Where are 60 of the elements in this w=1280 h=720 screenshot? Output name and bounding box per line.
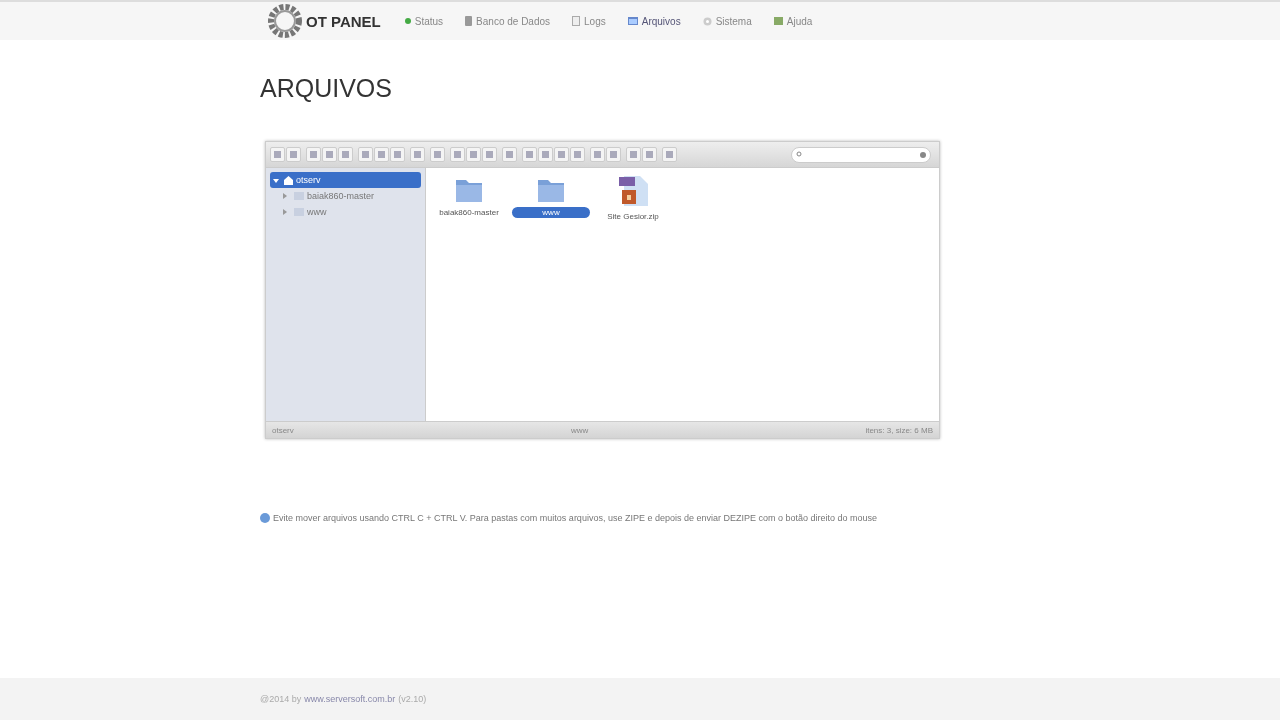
toolbar-icon[interactable] [286, 147, 301, 162]
home-icon [284, 175, 293, 185]
toolbar-icon[interactable] [410, 147, 425, 162]
toolbar-icon[interactable] [538, 147, 553, 162]
hint-text: Evite mover arquivos usando CTRL C + CTRL V. Para pastas com muitos arquivos, use ZIPE e depois de enviar DEZIPE com o botão direito do mouse [273, 513, 878, 523]
toolbar-icon[interactable] [606, 147, 621, 162]
gear-icon [702, 16, 712, 26]
collapse-arrow-icon[interactable] [273, 178, 279, 183]
clear-icon[interactable] [920, 151, 926, 158]
window-icon [627, 17, 638, 25]
tree-item[interactable]: www [280, 204, 421, 220]
toolbar-icon[interactable] [430, 147, 445, 162]
nav-link[interactable]: Ajuda [771, 13, 815, 29]
status-summary: itens: 3, size: 6 MB [865, 425, 933, 435]
status-path: otserv [272, 425, 294, 435]
toolbar-icon[interactable] [662, 147, 677, 162]
toolbar-icon[interactable] [306, 147, 321, 162]
status-dot-icon [404, 18, 411, 24]
toolbar-icon[interactable] [554, 147, 569, 162]
toolbar-icon[interactable] [450, 147, 465, 162]
toolbar-icon[interactable] [502, 147, 517, 162]
tree-item[interactable]: baiak860-master [280, 188, 421, 204]
footer-link[interactable]: www.serversoft.com.br [304, 694, 396, 704]
database-icon [465, 16, 473, 26]
tree-item[interactable]: otserv [270, 172, 421, 188]
expand-arrow-icon[interactable] [283, 208, 287, 215]
nav-link[interactable]: Sistema [700, 13, 754, 29]
toolbar-icon[interactable] [522, 147, 537, 162]
toolbar-icon[interactable] [626, 147, 641, 162]
search-icon [796, 151, 803, 158]
archive-icon [616, 174, 650, 208]
info-icon [260, 513, 270, 523]
help-icon [773, 17, 783, 25]
expand-arrow-icon[interactable] [283, 192, 287, 199]
toolbar-icon[interactable] [390, 147, 405, 162]
page-icon [572, 16, 581, 26]
file-item[interactable]: baiak860-master [430, 174, 508, 218]
toolbar-icon[interactable] [322, 147, 337, 162]
page-title: ARQUIVOS [260, 74, 392, 103]
toolbar-icon[interactable] [642, 147, 657, 162]
toolbar-icon[interactable] [270, 147, 285, 162]
toolbar-icon[interactable] [482, 147, 497, 162]
toolbar-icon[interactable] [374, 147, 389, 162]
gear-logo-icon [268, 4, 302, 38]
file-item[interactable]: www [512, 174, 590, 218]
status-selection: www [570, 425, 589, 435]
toolbar-icon[interactable] [358, 147, 373, 162]
nav-link[interactable]: Status [402, 13, 446, 29]
file-item[interactable]: Site Gesior.zip [594, 174, 672, 222]
nav-link[interactable]: Logs [570, 13, 608, 29]
search-field[interactable] [791, 146, 931, 163]
logo-text[interactable]: OT PANEL [306, 12, 381, 30]
footer-text: @2014 by [260, 694, 302, 704]
nav-link[interactable]: Banco de Dados [463, 13, 553, 29]
footer-version: (v2.10) [398, 694, 427, 704]
toolbar-icon[interactable] [590, 147, 605, 162]
toolbar-icon[interactable] [466, 147, 481, 162]
toolbar-icon[interactable] [570, 147, 585, 162]
toolbar-icon[interactable] [338, 147, 353, 162]
nav-link[interactable]: Arquivos [625, 13, 683, 29]
